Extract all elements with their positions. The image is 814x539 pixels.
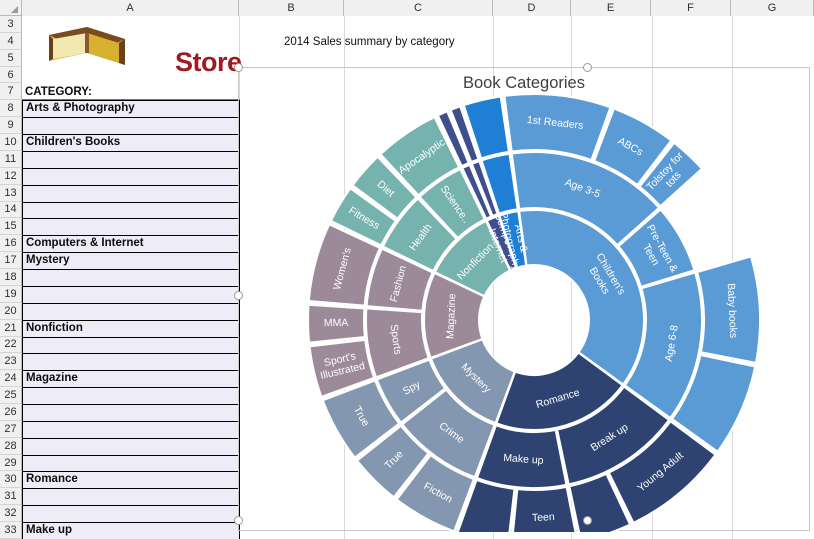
chart-handle-bottom-left[interactable] — [234, 516, 243, 525]
row-header-12[interactable]: 12 — [0, 167, 22, 185]
row-header-4[interactable]: 4 — [0, 32, 22, 50]
category-cell-row-18[interactable] — [22, 269, 240, 287]
row-header-9[interactable]: 9 — [0, 117, 22, 135]
category-cell-row-28[interactable] — [22, 437, 240, 456]
svg-text:MMA: MMA — [324, 317, 349, 329]
category-cell-label: Children's Books — [26, 136, 121, 149]
category-cell-row-13[interactable] — [22, 184, 240, 203]
chart-handle-top-left[interactable] — [234, 63, 243, 72]
category-cell-label: Make up — [26, 524, 73, 537]
row-header-15[interactable]: 15 — [0, 218, 22, 236]
row-header-5[interactable]: 5 — [0, 49, 22, 67]
row-header-29[interactable]: 29 — [0, 454, 22, 472]
select-all-triangle-icon — [11, 6, 18, 13]
row-header-21[interactable]: 21 — [0, 319, 22, 337]
svg-text:Teen: Teen — [532, 511, 555, 524]
category-cell-row-21[interactable]: Nonfiction — [22, 319, 240, 338]
row-header-26[interactable]: 26 — [0, 404, 22, 421]
store-title: Store — [175, 47, 242, 77]
sunburst-label-l3-3-0-1: MMA — [324, 317, 349, 329]
category-cell-row-24[interactable]: Magazine — [22, 370, 240, 389]
row-header-28[interactable]: 28 — [0, 437, 22, 455]
category-cell-row-30[interactable]: Romance — [22, 471, 240, 490]
chart-handle-bottom-center[interactable] — [583, 516, 592, 525]
category-cell-row-12[interactable] — [22, 167, 240, 186]
category-cell-row-25[interactable] — [22, 387, 240, 405]
column-header-e[interactable]: E — [571, 0, 651, 16]
category-cell-label: Romance — [26, 473, 78, 486]
row-header-20[interactable]: 20 — [0, 302, 22, 320]
category-cell-row-20[interactable] — [22, 302, 240, 321]
row-header-17[interactable]: 17 — [0, 252, 22, 270]
row-header-31[interactable]: 31 — [0, 488, 22, 506]
svg-text:Magazine: Magazine — [444, 293, 458, 339]
row-header-14[interactable]: 14 — [0, 201, 22, 219]
row-header-25[interactable]: 25 — [0, 387, 22, 404]
row-header-16[interactable]: 16 — [0, 235, 22, 253]
sunburst-segment-l3-1-1-0[interactable] — [512, 485, 578, 532]
row-header-24[interactable]: 24 — [0, 370, 22, 388]
category-cell-label: Mystery — [26, 254, 70, 267]
column-header-d[interactable]: D — [493, 0, 571, 16]
column-header-c[interactable]: C — [344, 0, 493, 16]
category-cell-row-8[interactable]: Arts & Photography — [22, 100, 240, 119]
row-header-13[interactable]: 13 — [0, 184, 22, 202]
category-cell-row-17[interactable]: Mystery — [22, 252, 240, 271]
category-cell-row-11[interactable] — [22, 150, 240, 169]
row-header-27[interactable]: 27 — [0, 420, 22, 438]
sunburst-label-l3-1-1-0: Teen — [532, 511, 555, 524]
column-header-g[interactable]: G — [731, 0, 814, 16]
row-header-3[interactable]: 3 — [0, 16, 22, 33]
row-header-18[interactable]: 18 — [0, 269, 22, 286]
category-cell-row-16[interactable]: Computers & Internet — [22, 235, 240, 254]
category-cell-row-31[interactable] — [22, 488, 240, 507]
category-cell-row-22[interactable] — [22, 336, 240, 355]
column-header-a[interactable]: A — [22, 0, 239, 16]
row-header-7[interactable]: 7 — [0, 83, 22, 101]
select-all-corner[interactable] — [0, 0, 22, 16]
row-header-8[interactable]: 8 — [0, 100, 22, 118]
row-header-22[interactable]: 22 — [0, 336, 22, 354]
category-cell-row-15[interactable] — [22, 218, 240, 237]
category-cell-row-9[interactable] — [22, 117, 240, 136]
row-header-10[interactable]: 10 — [0, 134, 22, 151]
row-header-11[interactable]: 11 — [0, 150, 22, 168]
category-cell-row-27[interactable] — [22, 420, 240, 439]
category-cell-row-32[interactable] — [22, 505, 240, 524]
row-header-6[interactable]: 6 — [0, 66, 22, 84]
sunburst-chart-object[interactable]: Book Categories Children's Books Age 3-5 1s… — [238, 67, 811, 532]
row-header-30[interactable]: 30 — [0, 471, 22, 489]
category-cell-label: Arts & Photography — [26, 102, 135, 115]
category-cell-row-19[interactable] — [22, 285, 240, 304]
sales-summary-title: 2014 Sales summary by category — [284, 36, 455, 48]
sunburst-label-l1-3: Magazine — [444, 293, 458, 339]
excel-window: CATEGORY: Arts & Photography Children's Bo… — [0, 0, 814, 539]
row-header-32[interactable]: 32 — [0, 505, 22, 523]
category-cell-row-26[interactable] — [22, 404, 240, 422]
category-cell-label: Nonfiction — [26, 321, 83, 334]
column-header-b[interactable]: B — [239, 0, 344, 16]
category-cell-label: Computers & Internet — [26, 237, 144, 250]
sunburst-chart[interactable]: Children'sBooksAge 3-51st ReadersABCsTol… — [239, 68, 811, 532]
category-cell-row-23[interactable] — [22, 353, 240, 372]
category-cell-row-29[interactable] — [22, 454, 240, 473]
category-cell-row-14[interactable] — [22, 201, 240, 220]
chart-handle-middle-left[interactable] — [234, 291, 243, 300]
category-cell-row-10[interactable]: Children's Books — [22, 134, 240, 152]
store-logo: Store — [47, 25, 247, 77]
chart-handle-top-center[interactable] — [583, 63, 592, 72]
row-header-23[interactable]: 23 — [0, 353, 22, 371]
category-cell-label: Magazine — [26, 372, 78, 385]
row-header-19[interactable]: 19 — [0, 285, 22, 303]
category-cell-row-33[interactable]: Make up — [22, 522, 240, 539]
column-header-f[interactable]: F — [651, 0, 731, 16]
row-header-33[interactable]: 33 — [0, 522, 22, 539]
